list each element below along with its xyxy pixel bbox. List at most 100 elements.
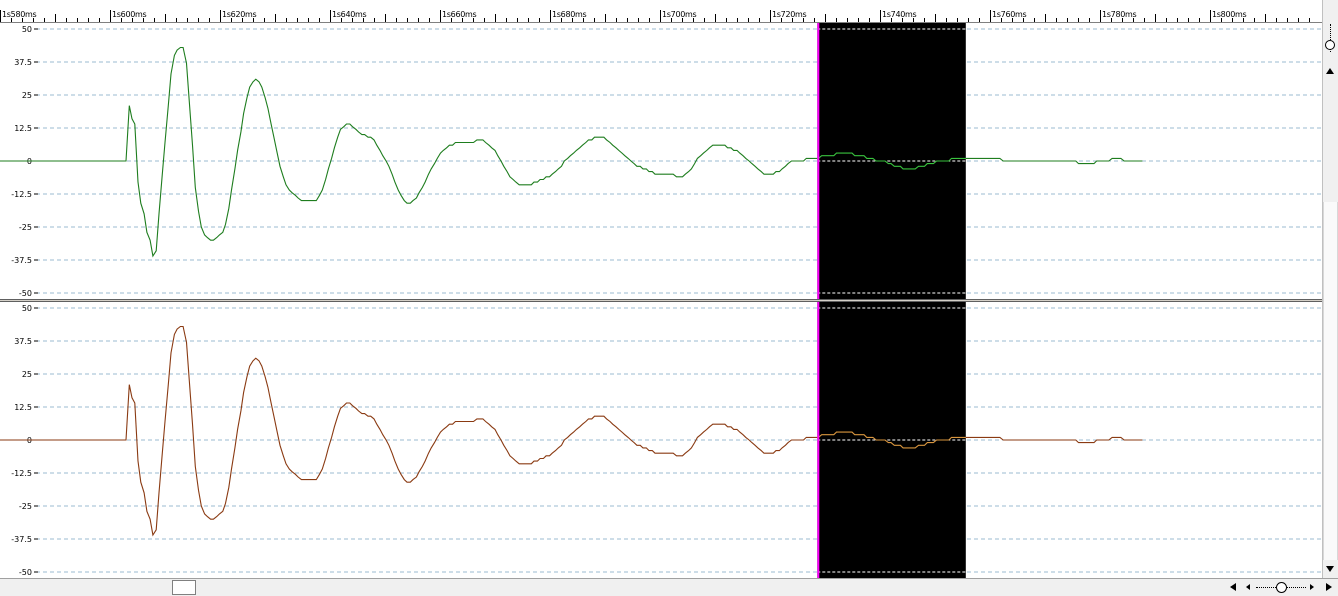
ruler-minor-tick: [1001, 18, 1002, 22]
ruler-minor-tick: [825, 14, 826, 22]
ruler-minor-tick: [1056, 18, 1057, 22]
time-ruler[interactable]: 1s580ms 1s600ms 1s620ms 1s640ms 1s660ms 1s680…: [0, 0, 1322, 23]
ruler-minor-tick: [341, 18, 342, 22]
ruler-minor-tick: [682, 18, 683, 22]
ruler-minor-tick: [1254, 18, 1255, 22]
vertical-scroll-thumb[interactable]: [1323, 202, 1338, 560]
ruler-tick-label: 1s760ms: [992, 10, 1027, 19]
y-tick-label: -12.5: [11, 469, 32, 478]
ruler-minor-tick: [649, 18, 650, 22]
ruler-minor-tick: [957, 18, 958, 22]
ruler-tick-label: 1s700ms: [662, 10, 697, 19]
ruler-minor-tick: [1012, 18, 1013, 22]
ruler-minor-tick: [1243, 18, 1244, 22]
channel-1-plot: 5037.52512.50-12.5-25-37.5-50: [0, 23, 1322, 299]
horizontal-scrollbar[interactable]: [0, 578, 1338, 596]
ruler-minor-tick: [374, 18, 375, 22]
ruler-minor-tick: [1166, 18, 1167, 22]
ruler-minor-tick: [616, 18, 617, 22]
ruler-major-tick: [330, 10, 331, 22]
arrow-right-icon[interactable]: [1326, 583, 1332, 591]
ruler-minor-tick: [1287, 18, 1288, 22]
zoom-out-icon[interactable]: [1246, 584, 1250, 590]
ruler-tick-label: 1s600ms: [112, 10, 147, 19]
ruler-major-tick: [440, 10, 441, 22]
ruler-minor-tick: [1309, 18, 1310, 22]
ruler-minor-tick: [286, 18, 287, 22]
y-tick-label: 12.5: [14, 124, 32, 133]
y-tick-label: -50: [19, 568, 32, 577]
ruler-minor-tick: [352, 18, 353, 22]
ruler-minor-tick: [759, 18, 760, 22]
arrow-left-icon[interactable]: [1230, 583, 1236, 591]
y-tick-label: 25: [22, 91, 32, 100]
ruler-minor-tick: [22, 18, 23, 22]
zoom-in-icon[interactable]: [1310, 584, 1314, 590]
zoom-slider-icon[interactable]: [1324, 22, 1337, 56]
arrow-up-icon[interactable]: [1326, 68, 1334, 74]
ruler-minor-tick: [847, 18, 848, 22]
ruler-minor-tick: [726, 18, 727, 22]
ruler-minor-tick: [495, 14, 496, 22]
ruler-minor-tick: [264, 18, 265, 22]
ruler-minor-tick: [902, 18, 903, 22]
ruler-minor-tick: [1089, 18, 1090, 22]
ruler-minor-tick: [671, 18, 672, 22]
ruler-minor-tick: [11, 18, 12, 22]
ruler-minor-tick: [693, 18, 694, 22]
ruler-minor-tick: [792, 18, 793, 22]
ruler-minor-tick: [33, 18, 34, 22]
ruler-minor-tick: [484, 18, 485, 22]
ruler-minor-tick: [1045, 14, 1046, 22]
ruler-major-tick: [880, 10, 881, 22]
ruler-minor-tick: [803, 18, 804, 22]
ruler-minor-tick: [1232, 18, 1233, 22]
ruler-minor-tick: [242, 18, 243, 22]
ruler-minor-tick: [836, 18, 837, 22]
horizontal-scroll-thumb[interactable]: [172, 580, 196, 595]
ruler-major-tick: [550, 10, 551, 22]
ruler-minor-tick: [44, 18, 45, 22]
ruler-minor-tick: [594, 18, 595, 22]
ruler-minor-tick: [462, 18, 463, 22]
ruler-minor-tick: [1133, 18, 1134, 22]
ruler-major-tick: [770, 10, 771, 22]
ruler-minor-tick: [638, 18, 639, 22]
y-tick-label: -37.5: [11, 256, 32, 265]
ruler-tick-label: 1s800ms: [1212, 10, 1247, 19]
ruler-minor-tick: [154, 18, 155, 22]
ruler-minor-tick: [539, 18, 540, 22]
ruler-minor-tick: [1067, 18, 1068, 22]
channel-1-waveform[interactable]: 50 37.5 25 12.5 0 -12.5 -25 -37.5 -50: [0, 23, 1322, 299]
ruler-major-tick: [660, 10, 661, 22]
channel-2-waveform[interactable]: 50 37.5 25 12.5 0 -12.5 -25 -37.5 -50: [0, 302, 1322, 578]
ruler-minor-tick: [1144, 18, 1145, 22]
ruler-minor-tick: [935, 14, 936, 22]
ruler-tick-label: 1s680ms: [552, 10, 587, 19]
ruler-tick-label: 1s640ms: [332, 10, 367, 19]
zoom-knob[interactable]: [1325, 40, 1335, 50]
ruler-minor-tick: [913, 18, 914, 22]
ruler-minor-tick: [275, 14, 276, 22]
ruler-minor-tick: [605, 14, 606, 22]
y-tick-label: -50: [19, 289, 32, 298]
ruler-minor-tick: [891, 18, 892, 22]
ruler-minor-tick: [363, 18, 364, 22]
ruler-minor-tick: [1078, 18, 1079, 22]
ruler-minor-tick: [517, 18, 518, 22]
ruler-minor-tick: [561, 18, 562, 22]
ruler-minor-tick: [737, 18, 738, 22]
arrow-down-icon[interactable]: [1326, 566, 1334, 572]
ruler-minor-tick: [1122, 18, 1123, 22]
ruler-major-tick: [220, 10, 221, 22]
zoom-slider-icon[interactable]: [1244, 580, 1316, 595]
ruler-minor-tick: [88, 18, 89, 22]
ruler-minor-tick: [165, 14, 166, 22]
vertical-scrollbar[interactable]: [1322, 0, 1338, 578]
ruler-minor-tick: [572, 18, 573, 22]
ruler-minor-tick: [869, 18, 870, 22]
horizontal-zoom-knob[interactable]: [1276, 582, 1287, 593]
ruler-minor-tick: [583, 18, 584, 22]
waveform-line: [0, 325, 1143, 537]
ruler-minor-tick: [198, 18, 199, 22]
